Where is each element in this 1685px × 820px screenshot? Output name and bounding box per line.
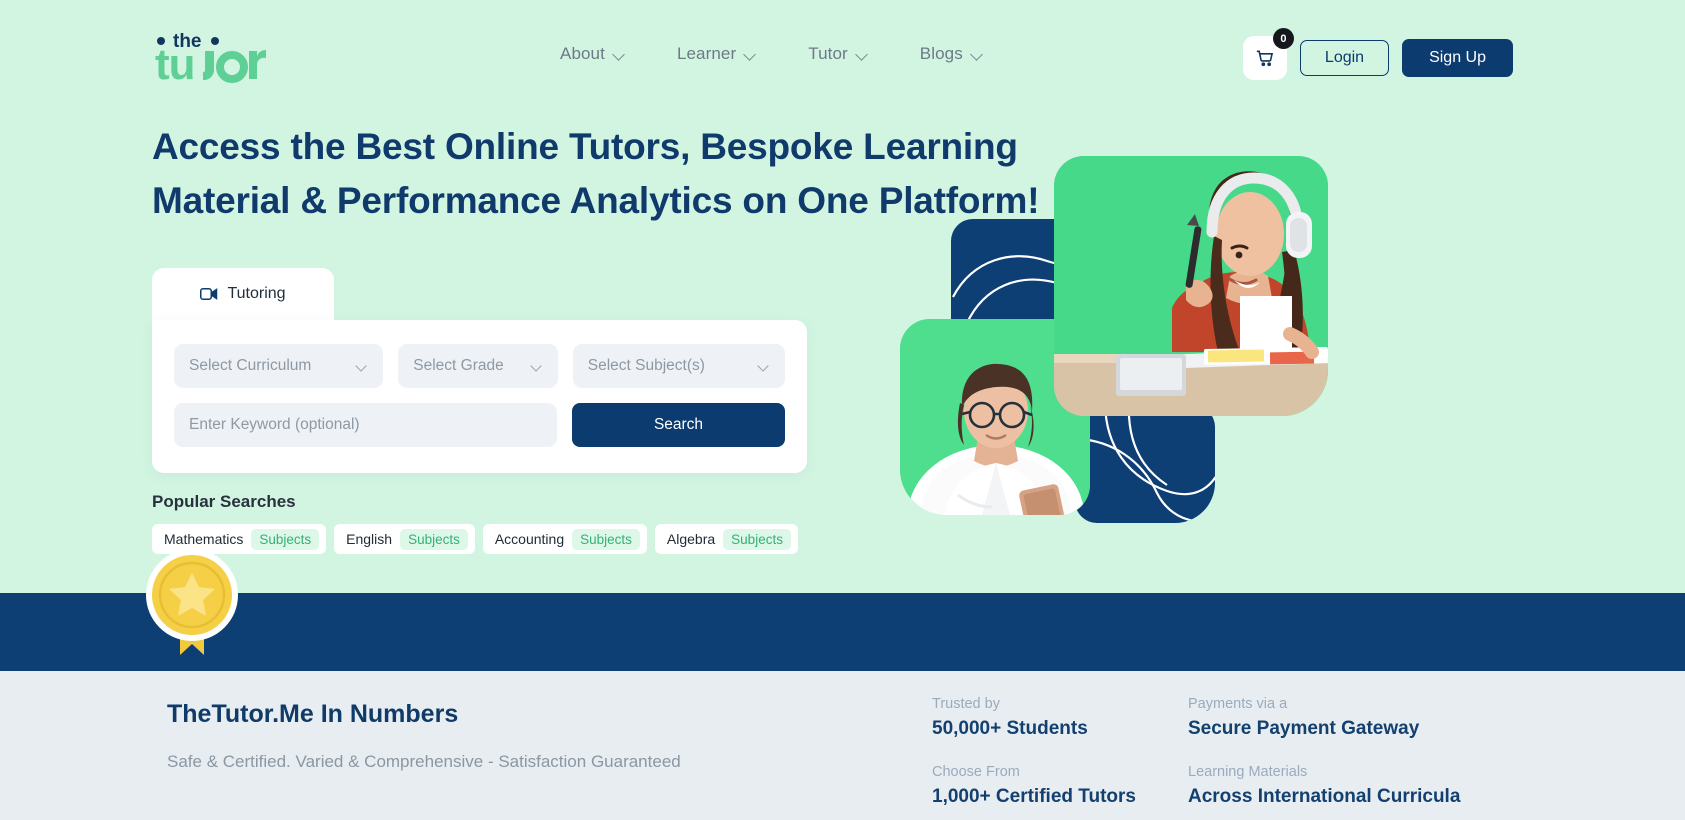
chip-tag[interactable]: Subjects — [400, 528, 468, 550]
hero-section: the tu About Learner Tutor Blogs 0 Login… — [0, 0, 1685, 593]
search-row-keyword: Search — [174, 403, 785, 447]
chip-label: Accounting — [494, 531, 565, 547]
stat-value: 1,000+ Certified Tutors — [932, 786, 1136, 807]
numbers-stats: Trusted by 50,000+ Students Payments via… — [932, 694, 1508, 810]
landing-page: the tu About Learner Tutor Blogs 0 Login… — [0, 0, 1685, 820]
chip-tag[interactable]: Subjects — [251, 528, 320, 550]
search-button[interactable]: Search — [572, 403, 785, 447]
stat-value: 50,000+ Students — [932, 718, 1088, 739]
hero-illustration — [900, 150, 1380, 560]
stat-item: Choose From 1,000+ Certified Tutors — [932, 762, 1188, 810]
grade-select[interactable]: Select Grade — [398, 344, 558, 388]
video-camera-icon — [200, 288, 218, 300]
stat-value: Across International Curricula — [1188, 786, 1461, 807]
nav-item-label: About — [560, 44, 605, 63]
popular-searches-title: Popular Searches — [152, 492, 296, 511]
chip-label: Algebra — [666, 531, 716, 547]
stat-label: Choose From — [932, 764, 1020, 780]
stat-item: Payments via a Secure Payment Gateway — [1188, 694, 1508, 742]
nav-item-about[interactable]: About — [560, 44, 625, 64]
gold-medal-icon — [144, 547, 240, 657]
tutor-photo-large — [1054, 156, 1328, 416]
nav-links: About Learner Tutor Blogs — [560, 44, 983, 64]
stat-label: Learning Materials — [1188, 764, 1308, 780]
signup-button[interactable]: Sign Up — [1402, 39, 1513, 77]
guarantee-banner: Learn with 100% satisfaction guaranteed … — [0, 549, 1685, 671]
navbar: the tu About Learner Tutor Blogs 0 Login… — [0, 0, 1685, 110]
chip-label: Mathematics — [164, 531, 244, 547]
chevron-down-icon — [759, 361, 770, 372]
navbar-actions: 0 Login Sign Up — [1242, 28, 1513, 80]
search-card: Select Curriculum Select Grade Select Su… — [152, 320, 807, 473]
stat-label: Trusted by — [932, 696, 1000, 712]
nav-item-label: Tutor — [808, 44, 848, 63]
nav-item-label: Blogs — [919, 44, 963, 63]
tab-label: Tutoring — [227, 285, 286, 302]
grade-select-value: Select Grade — [413, 357, 504, 374]
shopping-cart-icon — [1256, 50, 1274, 67]
nav-item-blogs[interactable]: Blogs — [920, 44, 983, 64]
login-button[interactable]: Login — [1299, 40, 1390, 76]
subject-select-value: Select Subject(s) — [587, 357, 705, 374]
chip-tag[interactable]: Subjects — [572, 528, 640, 550]
stat-value: Secure Payment Gateway — [1188, 718, 1420, 739]
search-row-selects: Select Curriculum Select Grade Select Su… — [174, 344, 785, 388]
chip-label: English — [346, 531, 393, 547]
decorative-navy-card — [1075, 405, 1215, 523]
chevron-down-icon — [532, 361, 543, 372]
stat-item: Trusted by 50,000+ Students — [932, 694, 1188, 742]
keyword-input[interactable] — [174, 403, 558, 447]
chevron-down-icon — [357, 361, 368, 372]
stat-label: Payments via a — [1188, 696, 1288, 712]
tab-tutoring[interactable]: Tutoring — [152, 268, 334, 320]
site-logo[interactable]: the tu — [153, 27, 273, 89]
popular-chip[interactable]: Accounting Subjects — [482, 524, 647, 554]
student-with-headphones-illustration — [1054, 156, 1328, 416]
popular-chip[interactable]: Algebra Subjects — [654, 524, 798, 554]
numbers-subtitle: Safe & Certified. Varied & Comprehensive… — [167, 752, 681, 771]
chevron-down-icon — [972, 49, 983, 60]
nav-item-label: Learner — [676, 44, 737, 63]
nav-item-learner[interactable]: Learner — [677, 44, 756, 64]
chip-tag[interactable]: Subjects — [723, 528, 791, 550]
cart-wrapper: 0 — [1242, 28, 1294, 80]
subject-select[interactable]: Select Subject(s) — [572, 344, 785, 388]
svg-text:tu: tu — [155, 40, 195, 85]
nav-item-tutor[interactable]: Tutor — [808, 44, 868, 64]
search-panel: Tutoring Select Curriculum Select Grade … — [152, 268, 807, 473]
numbers-title: TheTutor.Me In Numbers — [167, 700, 459, 728]
curriculum-select[interactable]: Select Curriculum — [174, 344, 384, 388]
stat-item: Learning Materials Across International … — [1188, 762, 1508, 810]
chevron-down-icon — [614, 49, 625, 60]
cart-badge: 0 — [1272, 28, 1294, 49]
chevron-down-icon — [857, 49, 868, 60]
popular-searches-chips: Mathematics Subjects English Subjects Ac… — [152, 524, 798, 554]
curriculum-select-value: Select Curriculum — [189, 357, 312, 374]
curved-lines-decoration — [1078, 405, 1215, 523]
popular-chip[interactable]: English Subjects — [334, 524, 475, 554]
chevron-down-icon — [745, 49, 756, 60]
